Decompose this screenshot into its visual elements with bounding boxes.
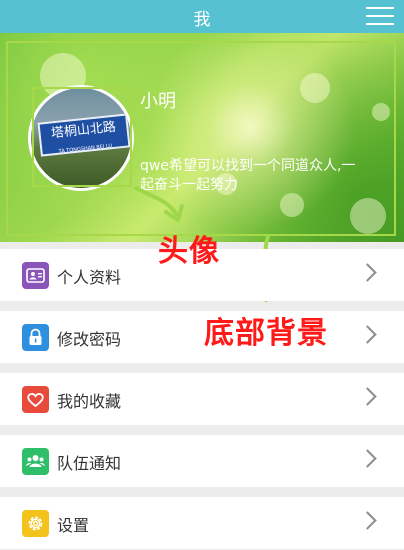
menu-item-team-notice[interactable]: 队伍通知 <box>0 435 404 487</box>
profile-card-icon <box>22 262 49 289</box>
menu-item-label: 我的收藏 <box>57 392 122 411</box>
gear-icon <box>22 510 49 537</box>
menu-item-change-password[interactable]: 修改密码 <box>0 311 404 363</box>
chevron-right-icon <box>358 387 377 406</box>
user-signature: qwe希望可以找到一个同道众人,一起奋斗一起努力 <box>140 158 356 193</box>
chevron-right-icon <box>358 449 377 468</box>
menu-item-label: 个人资料 <box>57 268 122 287</box>
menu-item-favorites[interactable]: 我的收藏 <box>0 373 404 425</box>
hamburger-menu-icon[interactable] <box>366 7 394 27</box>
profile-background[interactable]: 塔桐山北路 TA TONGSHAN BEI LU 小明 qwe希望可以找到一个同… <box>0 33 404 242</box>
username: 小明 <box>140 91 176 112</box>
annotation-background-label: 底部背景 <box>204 316 328 351</box>
menu-item-settings[interactable]: 设置 <box>0 497 404 549</box>
heart-icon <box>22 386 49 413</box>
menu-item-label: 设置 <box>57 516 90 535</box>
chevron-right-icon <box>358 325 377 344</box>
chevron-right-icon <box>358 511 377 530</box>
app-header: 我 <box>0 0 404 33</box>
menu-item-label: 队伍通知 <box>57 454 122 473</box>
chevron-right-icon <box>358 263 377 282</box>
annotation-avatar-label: 头像 <box>158 234 220 269</box>
team-icon <box>22 448 49 475</box>
avatar-highlight-frame <box>32 87 132 187</box>
page-title: 我 <box>193 10 211 30</box>
lock-icon <box>22 324 49 351</box>
menu-item-label: 修改密码 <box>57 330 122 349</box>
